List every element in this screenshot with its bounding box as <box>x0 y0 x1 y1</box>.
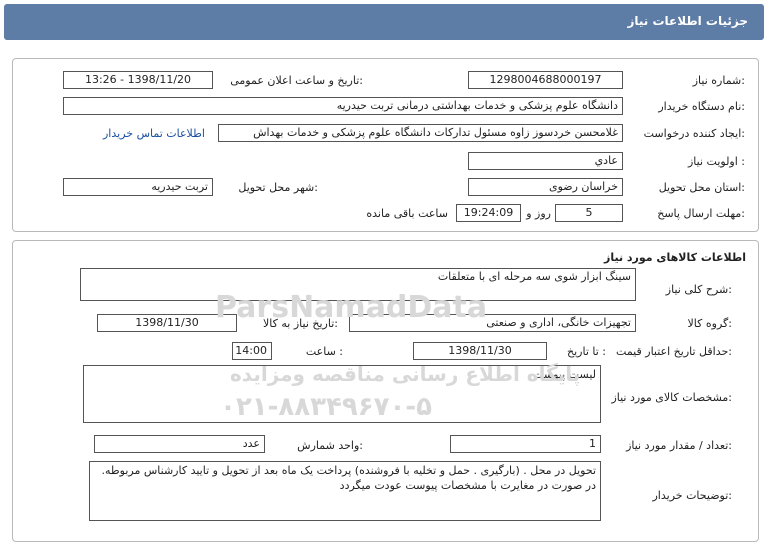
specs-field: لیست پیوست <box>83 365 601 423</box>
group-field: تجهیزات خانگی، اداری و صنعتی <box>349 314 636 332</box>
days-field: 5 <box>555 204 623 222</box>
desc-field: سینگ ابزار شوی سه مرحله ای با متعلقات <box>80 268 636 301</box>
deadline-label: مهلت ارسال پاسخ: <box>657 207 745 220</box>
general-info-panel: شماره نیاز: 1298004688000197 تاریخ و ساع… <box>12 58 759 232</box>
notes-field: تحویل در محل . (بارگیری . حمل و تخلیه با… <box>89 461 601 521</box>
goods-info-panel: اطلاعات کالاهای مورد نیاز شرح کلی نیاز: … <box>12 240 759 542</box>
need-date-field: 1398/11/30 <box>97 314 237 332</box>
need-date-label: تاریخ نیاز به کالا: <box>263 317 338 330</box>
announce-label: تاریخ و ساعت اعلان عمومی: <box>230 74 363 87</box>
creator-label: ایجاد کننده درخواست: <box>643 127 745 140</box>
specs-label: مشخصات کالای مورد نیاز: <box>611 391 732 404</box>
days-word: روز و <box>526 207 551 220</box>
desc-label: شرح کلی نیاز: <box>665 283 732 296</box>
buyer-org-label: نام دستگاه خریدار: <box>658 100 745 113</box>
priority-label: اولویت نیاز : <box>687 155 745 168</box>
validity-label: حداقل تاریخ اعتبار قیمت: <box>616 345 732 358</box>
creator-field: غلامحسن خردسوز زاوه مسئول تدارکات دانشگا… <box>218 124 623 142</box>
qty-field: 1 <box>450 435 601 453</box>
city-field: تربت حیدریه <box>63 178 213 196</box>
need-number-field: 1298004688000197 <box>468 71 623 89</box>
goods-section-title: اطلاعات کالاهای مورد نیاز <box>604 251 746 264</box>
province-label: استان محل تحویل: <box>658 181 745 194</box>
announce-field: 1398/11/20 - 13:26 <box>63 71 213 89</box>
page-header: جزئیات اطلاعات نیاز <box>4 4 764 40</box>
need-number-label: شماره نیاز: <box>692 74 745 87</box>
province-field: خراسان رضوی <box>468 178 623 196</box>
city-label: شهر محل تحویل: <box>238 181 318 194</box>
validity-time-field: 14:00 <box>232 342 272 360</box>
buyer-org-field: دانشگاه علوم پزشکی و خدمات بهداشتی درمان… <box>63 97 623 115</box>
validity-date-field: 1398/11/30 <box>413 342 547 360</box>
remaining-word: ساعت باقی مانده <box>366 207 448 220</box>
until-date-label: تا تاریخ : <box>567 345 606 358</box>
qty-label: تعداد / مقدار مورد نیاز: <box>626 439 732 452</box>
time-remaining-field: 19:24:09 <box>456 204 521 222</box>
notes-label: توضیحات خریدار: <box>652 489 733 502</box>
unit-field: عدد <box>94 435 265 453</box>
priority-field: عادي <box>468 152 623 170</box>
page-title: جزئیات اطلاعات نیاز <box>627 14 748 28</box>
validity-hour-label: ساعت : <box>305 345 343 358</box>
contact-info-link[interactable]: اطلاعات تماس خریدار <box>103 127 205 140</box>
unit-label: واحد شمارش: <box>297 439 363 452</box>
group-label: گروه کالا: <box>687 317 732 330</box>
